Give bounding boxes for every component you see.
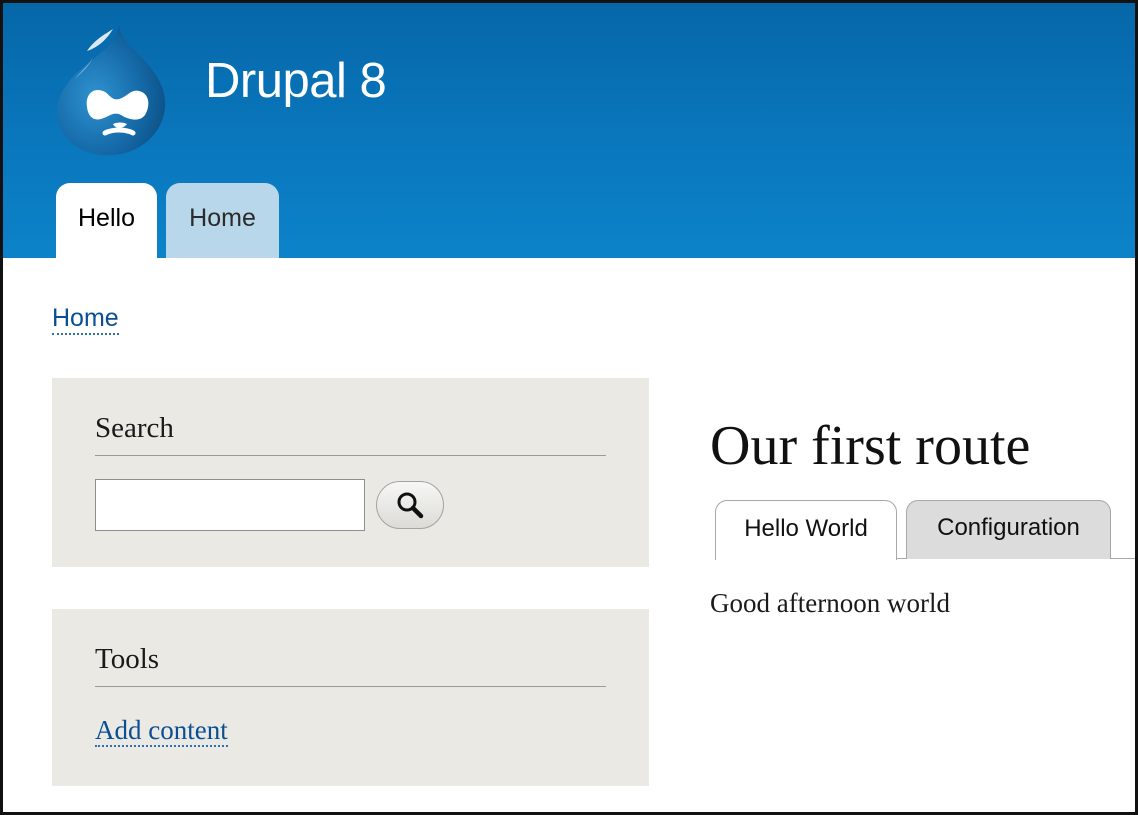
tools-block: Tools Add content bbox=[52, 609, 649, 786]
tab-hello[interactable]: Hello bbox=[56, 183, 157, 258]
magnifier-icon bbox=[397, 492, 424, 519]
content-body: Good afternoon world bbox=[710, 588, 950, 618]
search-input[interactable] bbox=[95, 479, 365, 531]
tab-hello-world[interactable]: Hello World bbox=[715, 500, 897, 560]
tab-configuration[interactable]: Configuration bbox=[906, 500, 1111, 559]
tab-home[interactable]: Home bbox=[166, 183, 279, 258]
site-header: Drupal 8 Hello Home bbox=[3, 3, 1135, 258]
search-block-title: Search bbox=[95, 410, 606, 456]
breadcrumb-home-link[interactable]: Home bbox=[52, 303, 119, 335]
drupal-drop-icon[interactable] bbox=[47, 21, 173, 157]
page-title: Our first route bbox=[710, 415, 1031, 477]
add-content-link[interactable]: Add content bbox=[95, 715, 228, 747]
search-block: Search bbox=[52, 378, 649, 567]
site-name[interactable]: Drupal 8 bbox=[205, 53, 387, 109]
page-frame: Drupal 8 Hello Home Home Search Tools Ad… bbox=[0, 0, 1138, 815]
search-button[interactable] bbox=[376, 481, 444, 529]
tools-block-title: Tools bbox=[95, 641, 606, 687]
